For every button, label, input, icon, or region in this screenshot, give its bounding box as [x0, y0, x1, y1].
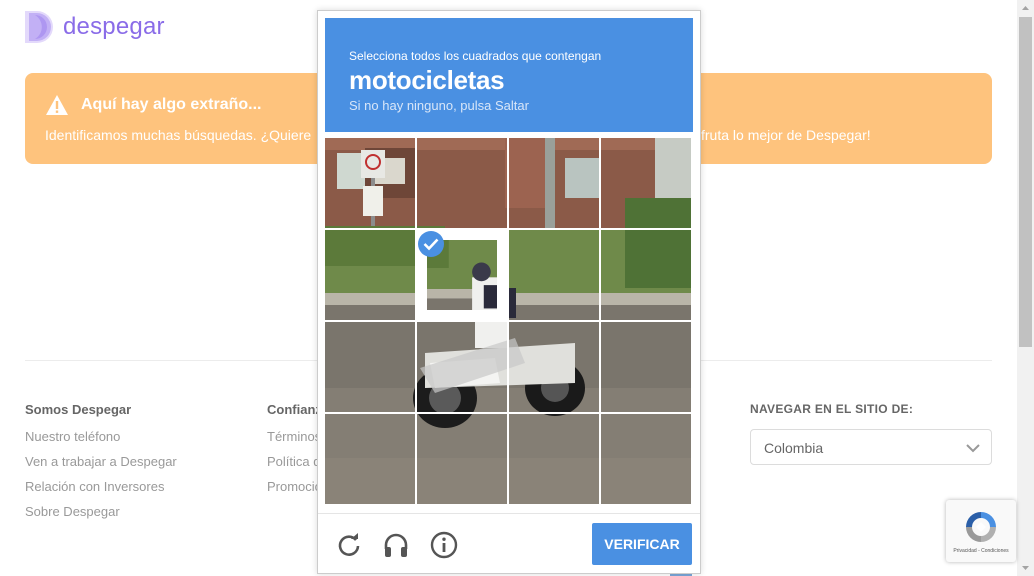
challenge-tile[interactable] — [601, 322, 691, 412]
footer-link-promociones[interactable]: Promociones — [267, 478, 319, 503]
page-scrollbar[interactable] — [1017, 0, 1034, 576]
challenge-tile[interactable] — [325, 230, 415, 320]
tile-image — [509, 230, 599, 320]
scroll-up-icon[interactable] — [1017, 0, 1034, 17]
navigate-site-section: NAVEGAR EN EL SITIO DE: Colombia — [750, 402, 992, 465]
despegar-logo-icon — [25, 11, 53, 43]
challenge-tile[interactable] — [325, 414, 415, 504]
challenge-tile[interactable] — [509, 322, 599, 412]
country-select-value: Colombia — [764, 440, 824, 456]
footer-heading: Somos Despegar — [25, 402, 132, 417]
banner-text: Identificamos muchas búsquedas. ¿Quiere — [45, 127, 312, 143]
tile-image — [601, 414, 691, 504]
warning-icon — [46, 95, 68, 115]
reload-button[interactable] — [335, 531, 363, 559]
country-select[interactable]: Colombia — [750, 429, 992, 465]
footer-heading: Confianza — [267, 402, 319, 417]
tile-image — [325, 322, 415, 412]
logo-text: despegar — [63, 13, 165, 40]
challenge-tile[interactable] — [601, 414, 691, 504]
footer-link-terminos[interactable]: Términos — [267, 428, 319, 453]
tile-image — [509, 414, 599, 504]
challenge-tile[interactable] — [601, 230, 691, 320]
challenge-tile[interactable] — [417, 230, 507, 320]
challenge-tile[interactable] — [417, 138, 507, 228]
challenge-tile[interactable] — [509, 414, 599, 504]
headphones-icon — [384, 533, 408, 557]
info-icon — [430, 531, 458, 559]
tile-image — [417, 414, 507, 504]
banner-text-continued: fruta lo mejor de Despegar! — [701, 127, 871, 143]
tile-image — [601, 230, 691, 320]
banner-title: Aquí hay algo extraño... — [81, 96, 262, 113]
challenge-header: Selecciona todos los cuadrados que conte… — [325, 18, 693, 132]
footer-link-inversores[interactable]: Relación con Inversores — [25, 478, 177, 503]
footer-link-sobre[interactable]: Sobre Despegar — [25, 503, 177, 528]
tile-image — [325, 414, 415, 504]
challenge-tile[interactable] — [325, 322, 415, 412]
challenge-tile[interactable] — [509, 230, 599, 320]
challenge-tile[interactable] — [417, 414, 507, 504]
challenge-tile[interactable] — [325, 138, 415, 228]
tile-image — [509, 322, 599, 412]
tile-image — [417, 138, 507, 228]
recaptcha-logo-icon — [966, 512, 996, 542]
tile-image — [601, 138, 691, 228]
footer-link-trabajar[interactable]: Ven a trabajar a Despegar — [25, 453, 177, 478]
scroll-down-icon[interactable] — [1017, 559, 1034, 576]
scrollbar-thumb[interactable] — [1019, 17, 1032, 347]
verify-button[interactable]: VERIFICAR — [592, 523, 692, 565]
banner-heading: Aquí hay algo extraño... — [45, 94, 261, 116]
challenge-instruction: Selecciona todos los cuadrados que conte… — [349, 49, 602, 63]
challenge-tile[interactable] — [601, 138, 691, 228]
challenge-tile[interactable] — [417, 322, 507, 412]
challenge-hint: Si no hay ninguno, pulsa Saltar — [349, 98, 529, 113]
tile-image — [325, 138, 415, 228]
recaptcha-privacy-text[interactable]: Privacidad - Condiciones — [946, 548, 1016, 554]
reload-icon — [338, 533, 360, 556]
challenge-tile[interactable] — [509, 138, 599, 228]
footer-column-confianza: Confianza Términos Política de Promocion… — [267, 402, 319, 503]
recaptcha-challenge-dialog: Selecciona todos los cuadrados que conte… — [317, 10, 701, 574]
challenge-image-grid — [325, 138, 691, 504]
help-button[interactable] — [430, 531, 458, 559]
challenge-footer: VERIFICAR — [318, 513, 700, 573]
challenge-keyword: motocicletas — [349, 65, 505, 95]
chevron-down-icon — [966, 444, 980, 453]
audio-challenge-button[interactable] — [382, 531, 410, 559]
tile-image — [601, 322, 691, 412]
checkmark-icon — [418, 231, 444, 257]
footer-link-telefono[interactable]: Nuestro teléfono — [25, 428, 177, 453]
despegar-logo[interactable]: despegar — [25, 11, 165, 43]
recaptcha-badge[interactable]: Privacidad - Condiciones — [946, 500, 1016, 562]
footer-column-somos-despegar: Somos Despegar Nuestro teléfono Ven a tr… — [25, 402, 177, 528]
tile-image — [325, 230, 415, 320]
navigate-site-heading: NAVEGAR EN EL SITIO DE: — [750, 402, 914, 416]
tile-image — [509, 138, 599, 228]
page: despegar Aquí hay algo extraño... Identi… — [0, 0, 1034, 576]
footer-link-politica[interactable]: Política de — [267, 453, 319, 478]
tile-image — [417, 322, 507, 412]
